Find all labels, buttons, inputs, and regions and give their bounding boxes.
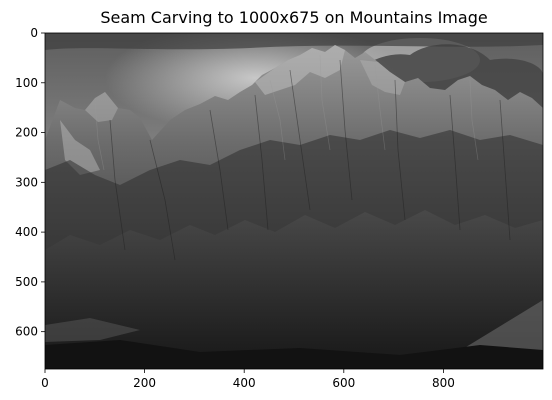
x-tick-label: 0 (41, 376, 49, 390)
x-tick-label: 400 (233, 376, 256, 390)
figure: Seam Carving to 1000x675 on Mountains Im… (0, 0, 552, 400)
y-tick-label: 100 (15, 76, 38, 90)
y-axis: 0 100 200 300 400 500 600 (15, 26, 45, 339)
y-tick-label: 300 (15, 175, 38, 189)
x-axis: 0 200 400 600 800 (41, 369, 455, 390)
x-tick-label: 800 (432, 376, 455, 390)
y-tick-label: 0 (30, 26, 38, 40)
mountain-image (45, 33, 543, 369)
y-tick-label: 200 (15, 126, 38, 140)
y-tick-label: 600 (15, 325, 38, 339)
y-tick-label: 500 (15, 275, 38, 289)
x-tick-label: 600 (332, 376, 355, 390)
plot-area: 0 200 400 600 800 0 100 200 300 400 500 600 (15, 26, 544, 390)
x-tick-label: 200 (133, 376, 156, 390)
y-tick-label: 400 (15, 225, 38, 239)
